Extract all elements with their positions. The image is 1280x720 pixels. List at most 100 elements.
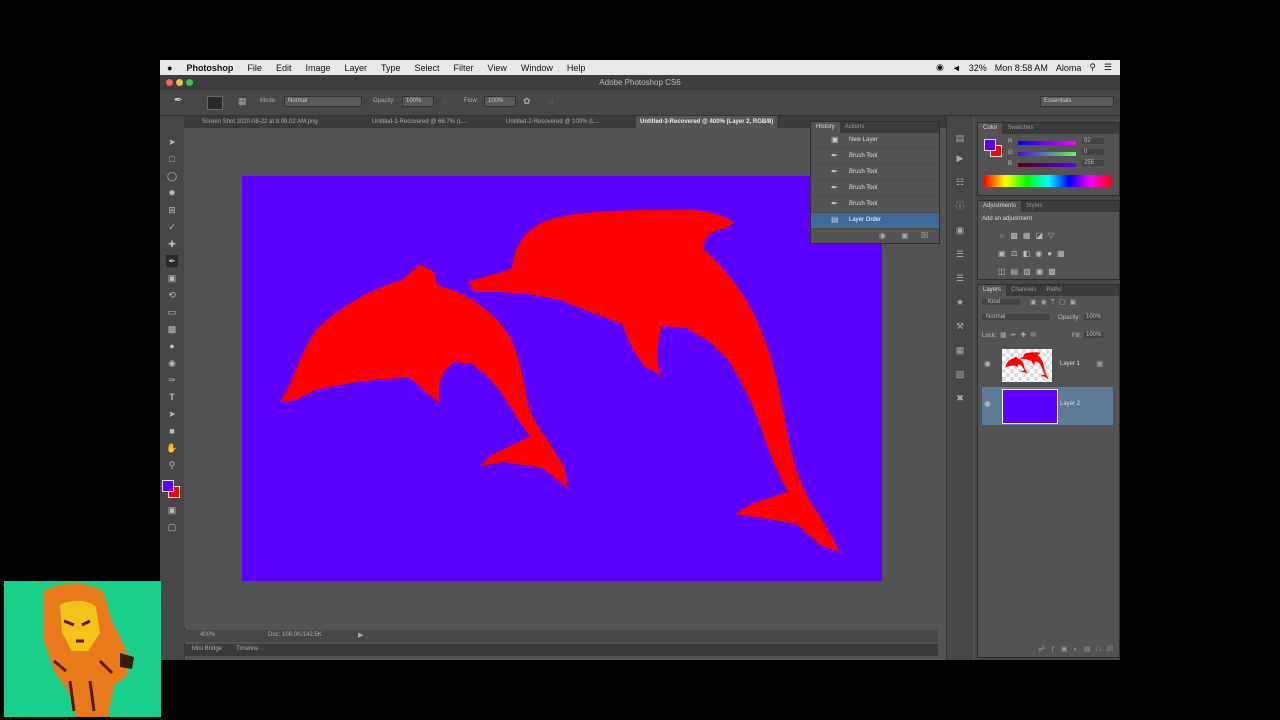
tab-history[interactable]: History xyxy=(811,122,840,133)
foreground-color-swatch[interactable] xyxy=(162,480,174,492)
g-slider[interactable] xyxy=(1018,152,1076,156)
delete-layer-icon[interactable]: ☒ xyxy=(1107,646,1119,653)
tab-untitled-1[interactable]: Untitled-1-Recovered @ 66.7% (L... xyxy=(368,116,471,128)
history-state-selected[interactable]: ▤ Layer Order xyxy=(811,213,939,229)
fill-input[interactable]: 100% xyxy=(1084,332,1104,338)
healing-brush-tool-icon[interactable]: ✚ xyxy=(166,238,178,250)
layer-filter-icons[interactable]: ▣◉T▢▣ xyxy=(1030,298,1080,306)
history-state[interactable]: ▣ New Layer xyxy=(811,133,939,149)
pressure-size-icon[interactable]: ◌ xyxy=(548,96,553,106)
wifi-icon[interactable]: ◉ xyxy=(936,62,944,73)
move-tool-icon[interactable]: ➤ xyxy=(166,136,178,148)
layer-style-icon[interactable]: ƒ xyxy=(1051,646,1061,653)
quick-mask-icon[interactable]: ▣ xyxy=(166,504,178,516)
clone-source-icon[interactable]: ★ xyxy=(954,296,966,308)
tab-adjustments[interactable]: Adjustments xyxy=(978,201,1022,212)
menu-edit[interactable]: Edit xyxy=(269,63,299,73)
quick-select-tool-icon[interactable]: ✹ xyxy=(166,187,178,199)
gradient-tool-icon[interactable]: ▩ xyxy=(166,323,178,335)
new-layer-icon[interactable]: □ xyxy=(1096,646,1106,653)
menu-help[interactable]: Help xyxy=(560,63,593,73)
type-tool-icon[interactable]: T xyxy=(166,391,178,403)
link-layers-icon[interactable]: ☍ xyxy=(1038,646,1051,653)
zoom-level[interactable]: 400% xyxy=(200,632,215,638)
tab-untitled-3[interactable]: Untitled-3-Recovered @ 400% (Layer 2, RG… xyxy=(636,116,778,128)
menu-window[interactable]: Window xyxy=(514,63,560,73)
tab-styles[interactable]: Styles xyxy=(1021,201,1047,212)
history-state[interactable]: ✒ Brush Tool xyxy=(811,149,939,165)
tab-untitled-2[interactable]: Untitled-2-Recovered @ 100% (L... xyxy=(502,116,603,128)
shape-tool-icon[interactable]: ■ xyxy=(166,425,178,437)
brush-presets-icon[interactable]: ▣ xyxy=(954,224,966,236)
paragraph-panel-icon[interactable]: ☰ xyxy=(954,272,966,284)
lasso-tool-icon[interactable]: ◯ xyxy=(166,170,178,182)
dodge-tool-icon[interactable]: ◉ xyxy=(166,357,178,369)
workspace-select[interactable]: Essentials xyxy=(1040,96,1114,107)
properties-panel-icon[interactable]: ☷ xyxy=(954,176,966,188)
levels-icon[interactable]: ▩ xyxy=(1010,231,1023,240)
layer-name[interactable]: Layer 1 xyxy=(1060,361,1080,367)
r-slider[interactable] xyxy=(1018,141,1076,145)
3d-panel-icon[interactable]: ✖ xyxy=(954,392,966,404)
hand-tool-icon[interactable]: ✋ xyxy=(166,442,178,454)
menu-layer[interactable]: Layer xyxy=(337,63,374,73)
marquee-tool-icon[interactable]: □ xyxy=(166,153,178,165)
apple-menu-icon[interactable]: ● xyxy=(160,63,179,73)
pen-tool-icon[interactable]: ✑ xyxy=(166,374,178,386)
close-window-icon[interactable] xyxy=(166,79,173,86)
gradient-map-icon[interactable]: ▩ xyxy=(1048,267,1061,276)
navigator-icon[interactable]: ▦ xyxy=(954,344,966,356)
info-panel-icon[interactable]: ⓘ xyxy=(954,200,966,212)
invert-icon[interactable]: ◫ xyxy=(998,267,1011,276)
color-ramp[interactable] xyxy=(984,175,1112,187)
photo-filter-icon[interactable]: ◉ xyxy=(1035,249,1047,258)
path-selection-tool-icon[interactable]: ➤ xyxy=(166,408,178,420)
layer-name[interactable]: Layer 2 xyxy=(1060,401,1080,407)
character-panel-icon[interactable]: ☰ xyxy=(954,248,966,260)
history-brush-tool-icon[interactable]: ⟲ xyxy=(166,289,178,301)
lock-icons[interactable]: ▦✒✚✉ xyxy=(1000,331,1040,339)
layer-row-layer-1[interactable]: ◉ Layer 1 ▣ xyxy=(982,347,1113,385)
selective-color-icon[interactable]: ▣ xyxy=(1036,267,1049,276)
tool-presets-icon[interactable]: ⚒ xyxy=(954,320,966,332)
tab-screenshot[interactable]: Screen Shot 2020-08-22 at 8.09.02 AM.png xyxy=(198,116,322,128)
tab-paths[interactable]: Paths xyxy=(1041,285,1066,296)
tab-mini-bridge[interactable]: Mini Bridge xyxy=(192,646,222,652)
mode-select[interactable]: Normal xyxy=(284,96,362,107)
history-panel-icon[interactable]: ▤ xyxy=(954,132,966,144)
tab-color[interactable]: Color xyxy=(978,123,1003,134)
notification-center-icon[interactable]: ☰ xyxy=(1104,62,1112,73)
brush-size-picker[interactable] xyxy=(207,96,223,110)
battery-text[interactable]: 32% xyxy=(969,63,987,73)
history-state[interactable]: ✒ Brush Tool xyxy=(811,181,939,197)
menu-view[interactable]: View xyxy=(481,63,514,73)
user-name[interactable]: Aloma xyxy=(1056,63,1082,73)
black-white-icon[interactable]: ◧ xyxy=(1023,249,1036,258)
g-input[interactable]: 0 xyxy=(1082,149,1104,155)
brightness-icon[interactable]: ☼ xyxy=(998,231,1010,240)
menu-select[interactable]: Select xyxy=(408,63,447,73)
app-menu[interactable]: Photoshop xyxy=(179,63,240,73)
add-mask-icon[interactable]: ▣ xyxy=(1061,646,1074,653)
color-balance-icon[interactable]: ⚖ xyxy=(1011,249,1023,258)
opacity-input[interactable]: 100% xyxy=(402,96,434,107)
new-snapshot-icon[interactable]: ◉ xyxy=(879,231,886,240)
brush-panel-toggle-icon[interactable]: ▦ xyxy=(238,96,247,107)
menu-filter[interactable]: Filter xyxy=(447,63,481,73)
eraser-tool-icon[interactable]: ▭ xyxy=(166,306,178,318)
color-lookup-icon[interactable]: ▦ xyxy=(1057,249,1070,258)
blur-tool-icon[interactable]: ● xyxy=(166,340,178,352)
history-state[interactable]: ✒ Brush Tool xyxy=(811,165,939,181)
brush-tool-icon[interactable]: ✒ xyxy=(166,255,178,267)
brush-tool-preset-icon[interactable]: ✒ xyxy=(174,95,182,106)
tab-channels[interactable]: Channels xyxy=(1006,285,1041,296)
tab-layers[interactable]: Layers xyxy=(978,285,1007,296)
zoom-tool-icon[interactable]: ⚲ xyxy=(166,459,178,471)
status-menu-arrow-icon[interactable]: ▶ xyxy=(358,631,363,639)
screen-mode-icon[interactable]: ▢ xyxy=(166,521,178,533)
b-input[interactable]: 255 xyxy=(1082,160,1104,166)
tab-swatches[interactable]: Swatches xyxy=(1002,123,1038,134)
threshold-icon[interactable]: ▧ xyxy=(1023,267,1036,276)
clock-text[interactable]: Mon 8:58 AM xyxy=(995,63,1048,73)
airbrush-icon[interactable]: ✿ xyxy=(523,96,531,107)
